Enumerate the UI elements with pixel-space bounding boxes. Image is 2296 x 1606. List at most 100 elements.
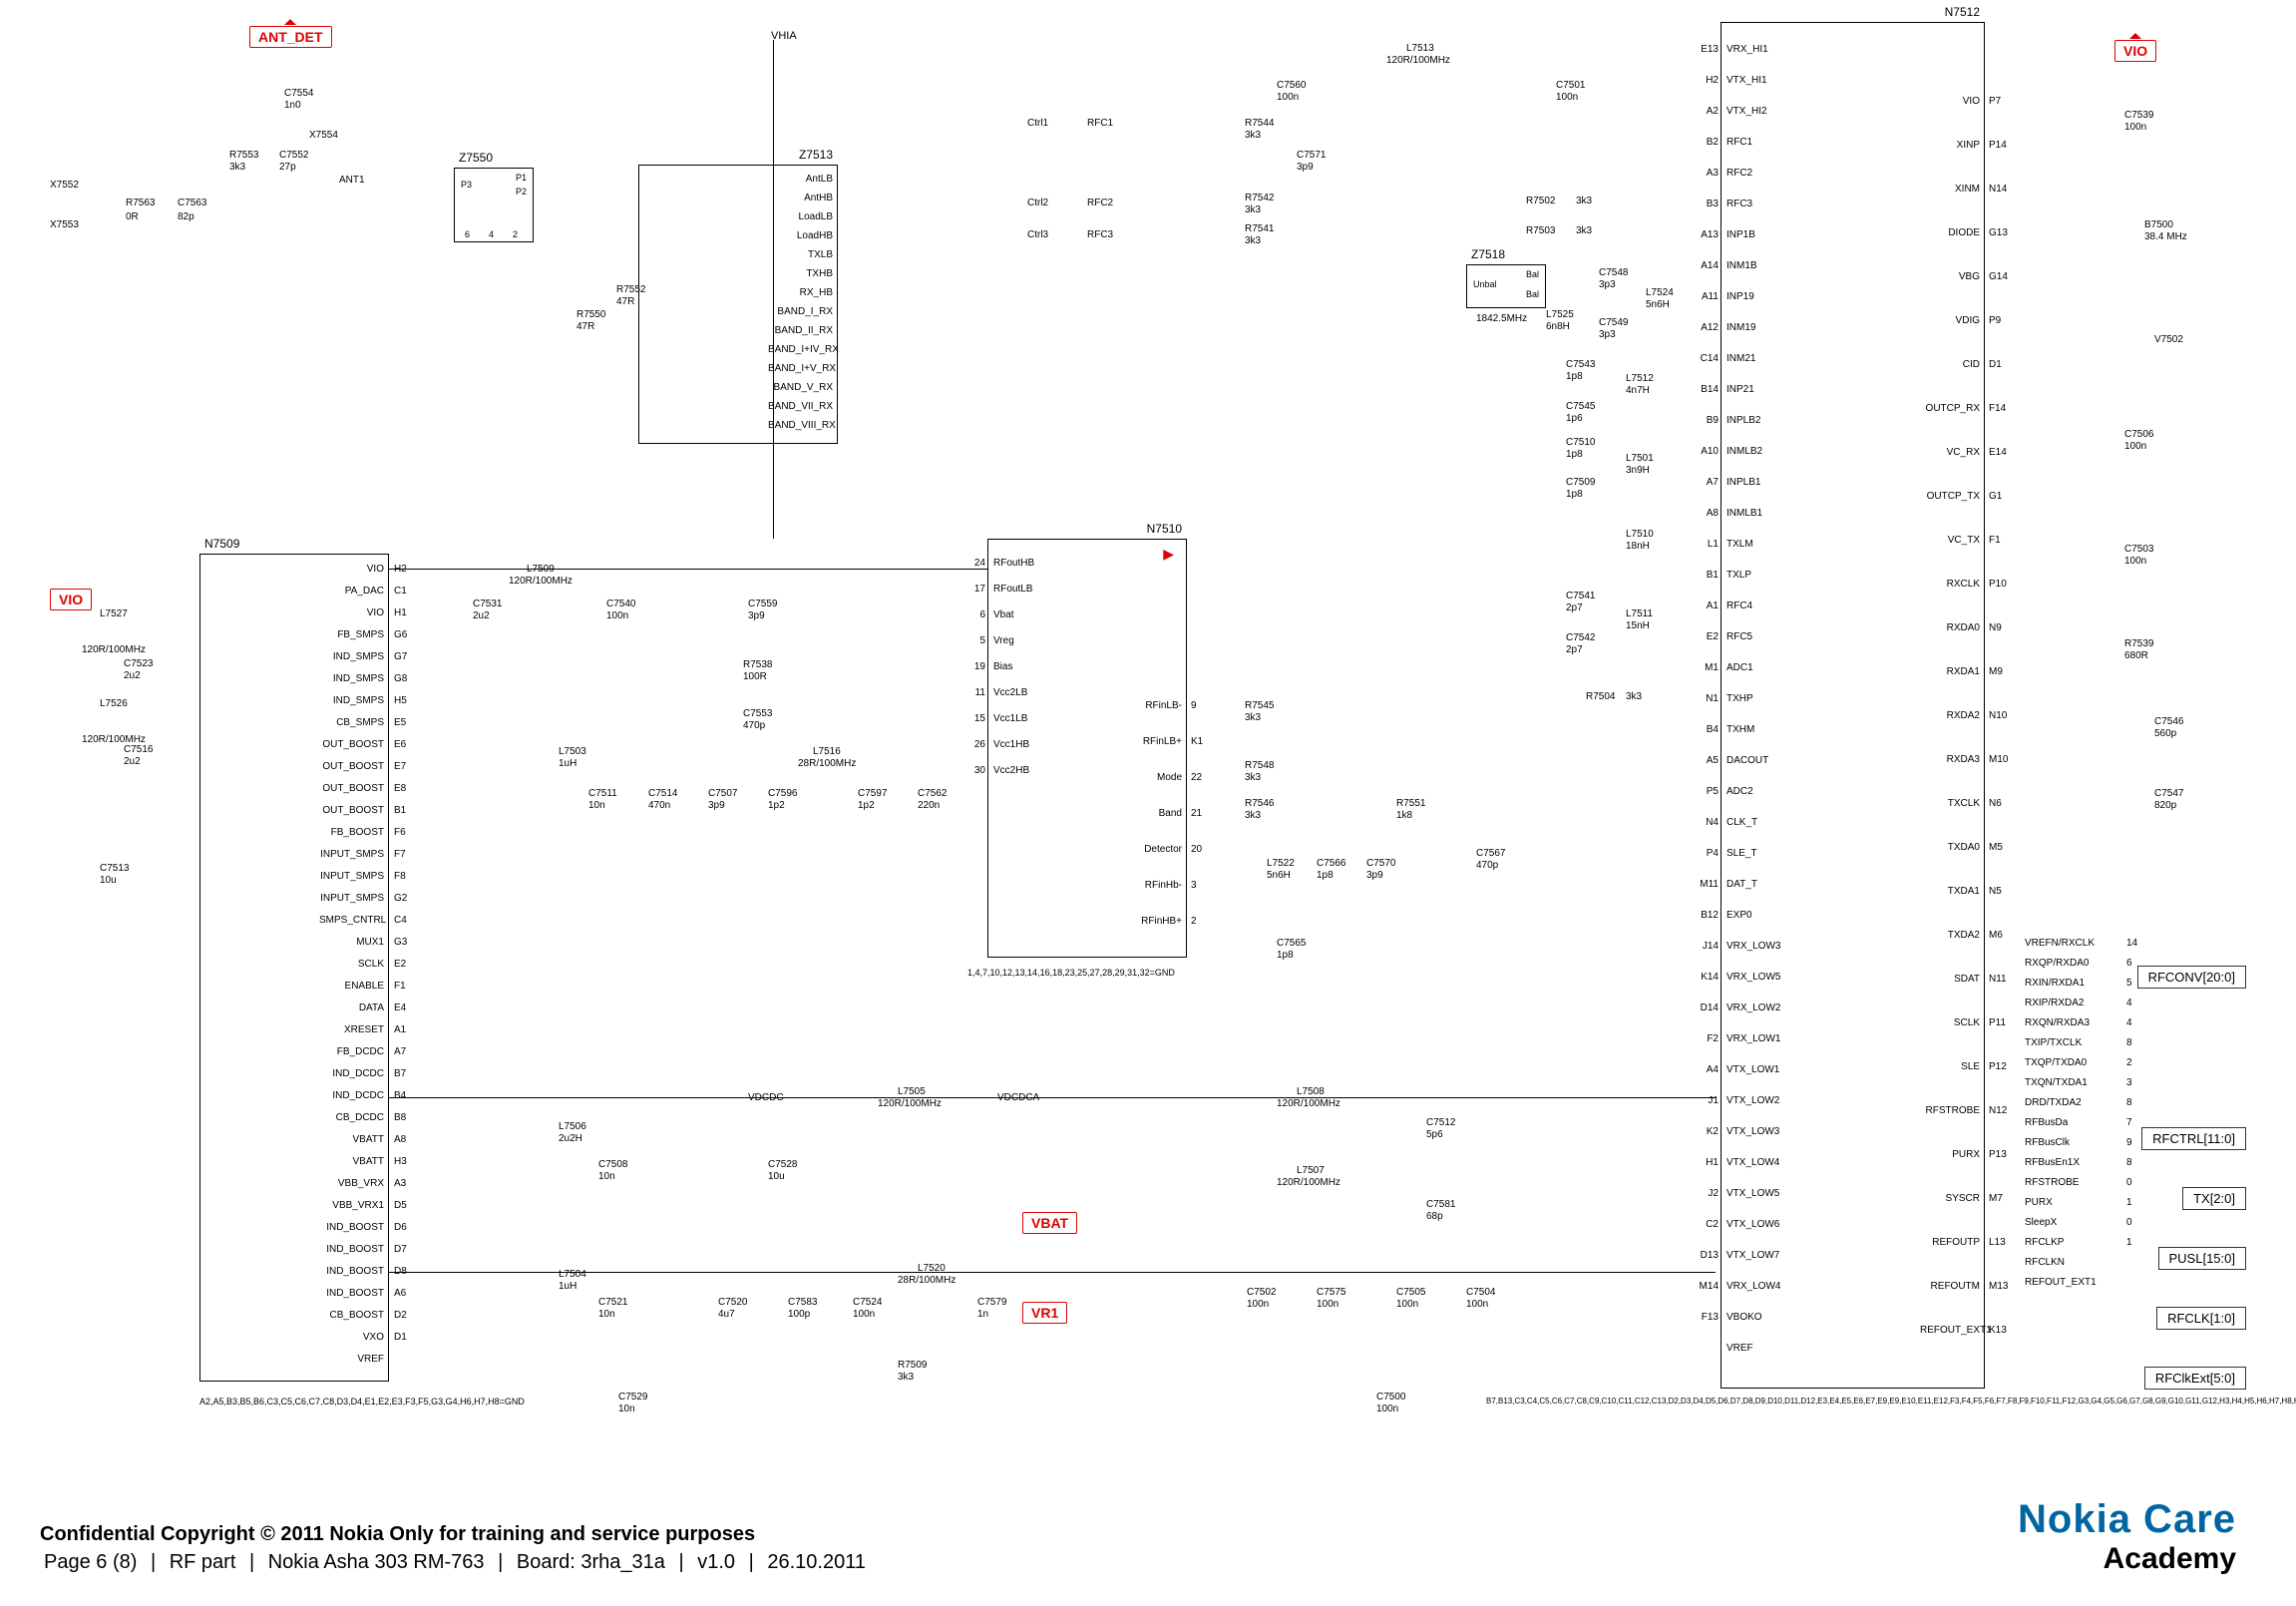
c7559-ref: C7559 (748, 599, 777, 609)
r7544-val: 3k3 (1245, 130, 1261, 141)
n7510-gnd: 1,4,7,10,12,13,14,16,18,23,25,27,28,29,3… (967, 968, 1267, 978)
c7512-val: 5p6 (1426, 1129, 1443, 1140)
c7524-ref: C7524 (853, 1297, 882, 1308)
l7511-val: 15nH (1626, 620, 1650, 631)
l7520-val: 28R/100MHz (898, 1275, 956, 1286)
l7524-val: 5n6H (1646, 299, 1670, 310)
brand-logo: Nokia Care Academy (2018, 1497, 2236, 1576)
l7512-ref: L7512 (1626, 373, 1654, 384)
l7527-val: 120R/100MHz (82, 644, 146, 655)
footer-sep4: | (678, 1551, 683, 1573)
c7560-ref: C7560 (1277, 80, 1306, 91)
l7509-val: 120R/100MHz (509, 576, 573, 587)
l7510-ref: L7510 (1626, 529, 1654, 540)
l7510-val: 18nH (1626, 541, 1650, 552)
flag-ant-det: ANT_DET (249, 26, 332, 48)
c7546-val: 560p (2154, 728, 2176, 739)
c7520-val: 4u7 (718, 1309, 735, 1320)
footer-date: 26.10.2011 (767, 1551, 866, 1573)
chip-z7518: Z7518 Unbal Bal Bal (1466, 264, 1546, 308)
footer-copyright: Confidential Copyright © 2011 Nokia Only… (40, 1520, 870, 1548)
c7503a-val: 100n (2124, 556, 2146, 567)
c7514-val: 470n (648, 800, 670, 811)
c7562-ref: C7562 (918, 788, 947, 799)
c7570-val: 3p9 (1366, 870, 1383, 881)
c7549-val: 3p3 (1599, 329, 1616, 340)
c7520-ref: C7520 (718, 1297, 747, 1308)
bus-rfclkext: RFClkExt[5:0] (2144, 1367, 2246, 1390)
c7545-val: 1p6 (1566, 413, 1583, 424)
c7513-val: 10u (100, 875, 117, 886)
r7509-val: 3k3 (898, 1372, 914, 1383)
c7596-val: 1p2 (768, 800, 785, 811)
r7539-val: 680R (2124, 650, 2148, 661)
r7538-val: 100R (743, 671, 767, 682)
l7513-ref: L7513 (1406, 43, 1434, 54)
c7503a-ref: C7503 (2124, 544, 2153, 555)
r7546-ref: R7546 (1245, 798, 1274, 809)
z7518-bal1: Bal (1526, 269, 1539, 279)
n7509-pins-ln: H2C1H1G6G7G8H5E5E6E7E8B1F6F7F8G2C4G3E2F1… (394, 559, 407, 1349)
c7506-ref: C7506 (2124, 429, 2153, 440)
n7512-mux: VREFN/RXCLKRXQP/RXDA0RXIN/RXDA1RXIP/RXDA… (2025, 934, 2097, 1293)
conn-x7552: X7552 (50, 180, 79, 191)
c7553-val: 470p (743, 720, 765, 731)
n7512-pins-r: VIOXINPXINMDIODEVBGVDIGCIDOUTCP_RXVC_RXO… (1920, 80, 1980, 1353)
c7545-ref: C7545 (1566, 401, 1595, 412)
net-vhia: VHIA (771, 30, 797, 42)
c7563-val: 82p (178, 211, 194, 222)
c7516-val: 2u2 (124, 756, 141, 767)
v7502-ref: V7502 (2154, 334, 2183, 345)
c7567-val: 470p (1476, 860, 1498, 871)
c7571-ref: C7571 (1297, 150, 1326, 161)
n7510-pins-r: RFinLB-RFinLB+ModeBandDetectorRFinHb-RFi… (1117, 688, 1182, 940)
c7581-ref: C7581 (1426, 1199, 1455, 1210)
flag-vbat: VBAT (1022, 1212, 1077, 1234)
c7510-ref: C7510 (1566, 437, 1595, 448)
n7512-gnd: B7,B13,C3,C4,C5,C6,C7,C8,C9,C10,C11,C12,… (1486, 1397, 2244, 1406)
l7511-ref: L7511 (1626, 608, 1653, 619)
l7513-val: 120R/100MHz (1386, 55, 1450, 66)
c7529-val: 10n (618, 1404, 635, 1414)
c7563-ref: C7563 (178, 198, 206, 208)
l7505-ref: L7505 (898, 1086, 926, 1097)
r7504-ref: R7504 (1586, 691, 1615, 702)
z7550-p2b: 2 (513, 229, 518, 239)
c7514-ref: C7514 (648, 788, 677, 799)
r7541-val: 3k3 (1245, 235, 1261, 246)
bus-rfconv: RFCONV[20:0] (2137, 966, 2246, 989)
r7546-val: 3k3 (1245, 810, 1261, 821)
chip-n7512-ref: N7512 (1945, 5, 1980, 19)
c7502-ref: C7502 (1247, 1287, 1276, 1298)
net-ctrl1: Ctrl1 (1027, 118, 1048, 129)
net-rfc2: RFC2 (1087, 198, 1113, 208)
l7522-ref: L7522 (1267, 858, 1295, 869)
c7583-val: 100p (788, 1309, 810, 1320)
r7542-val: 3k3 (1245, 204, 1261, 215)
c7571-val: 3p9 (1297, 162, 1314, 173)
l7503-ref: L7503 (559, 746, 586, 757)
z7518-bal2: Bal (1526, 289, 1539, 299)
c7505-ref: C7505 (1396, 1287, 1425, 1298)
c7531-ref: C7531 (473, 599, 502, 609)
r7503-val: 3k3 (1576, 225, 1592, 236)
n7510-pins-rn: 9K122212032 (1191, 688, 1203, 940)
c7508-ref: C7508 (598, 1159, 627, 1170)
c7579-val: 1n (977, 1309, 988, 1320)
c7567-ref: C7567 (1476, 848, 1505, 859)
c7552-val: 27p (279, 162, 296, 173)
c7521-val: 10n (598, 1309, 615, 1320)
chip-z7550: Z7550 P1 P2 P3 6 4 2 (454, 168, 534, 242)
c7548-val: 3p3 (1599, 279, 1616, 290)
n7509-pins-l: VIOPA_DACVIOFB_SMPSIND_SMPSIND_SMPSIND_S… (319, 559, 384, 1371)
r7563-ref: R7563 (126, 198, 155, 208)
l7525-val: 6n8H (1546, 321, 1570, 332)
l7512-val: 4n7H (1626, 385, 1650, 396)
flag-vio-left: VIO (50, 589, 92, 610)
c7540-ref: C7540 (606, 599, 635, 609)
z7550-p6: 6 (465, 229, 470, 239)
l7503-val: 1uH (559, 758, 576, 769)
footer-product: Nokia Asha 303 RM-763 (268, 1551, 485, 1573)
c7539-val: 100n (2124, 122, 2146, 133)
c7549-ref: C7549 (1599, 317, 1628, 328)
